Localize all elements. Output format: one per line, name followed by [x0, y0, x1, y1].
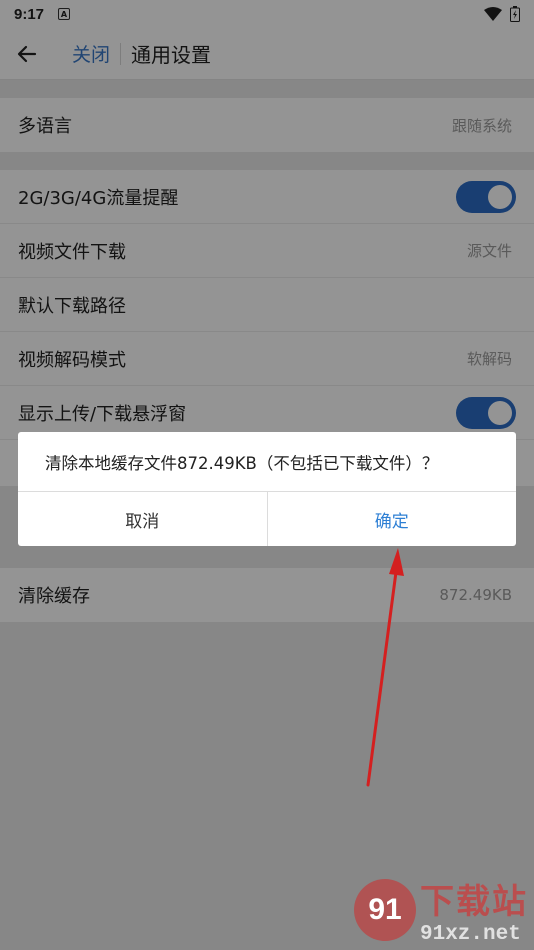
confirm-dialog: 清除本地缓存文件872.49KB（不包括已下载文件）？ 取消 确定	[18, 432, 516, 546]
cancel-button[interactable]: 取消	[18, 492, 267, 546]
watermark-logo: 91	[354, 879, 416, 941]
watermark-site-name: 下载站	[420, 882, 528, 922]
dialog-buttons: 取消 确定	[18, 492, 516, 546]
watermark: 91 下载站 91xz.net	[354, 874, 528, 946]
watermark-url: 91xz.net	[420, 923, 521, 946]
confirm-button[interactable]: 确定	[266, 492, 517, 546]
watermark-text: 下载站 91xz.net	[420, 874, 528, 946]
dialog-message: 清除本地缓存文件872.49KB（不包括已下载文件）？	[18, 432, 516, 492]
